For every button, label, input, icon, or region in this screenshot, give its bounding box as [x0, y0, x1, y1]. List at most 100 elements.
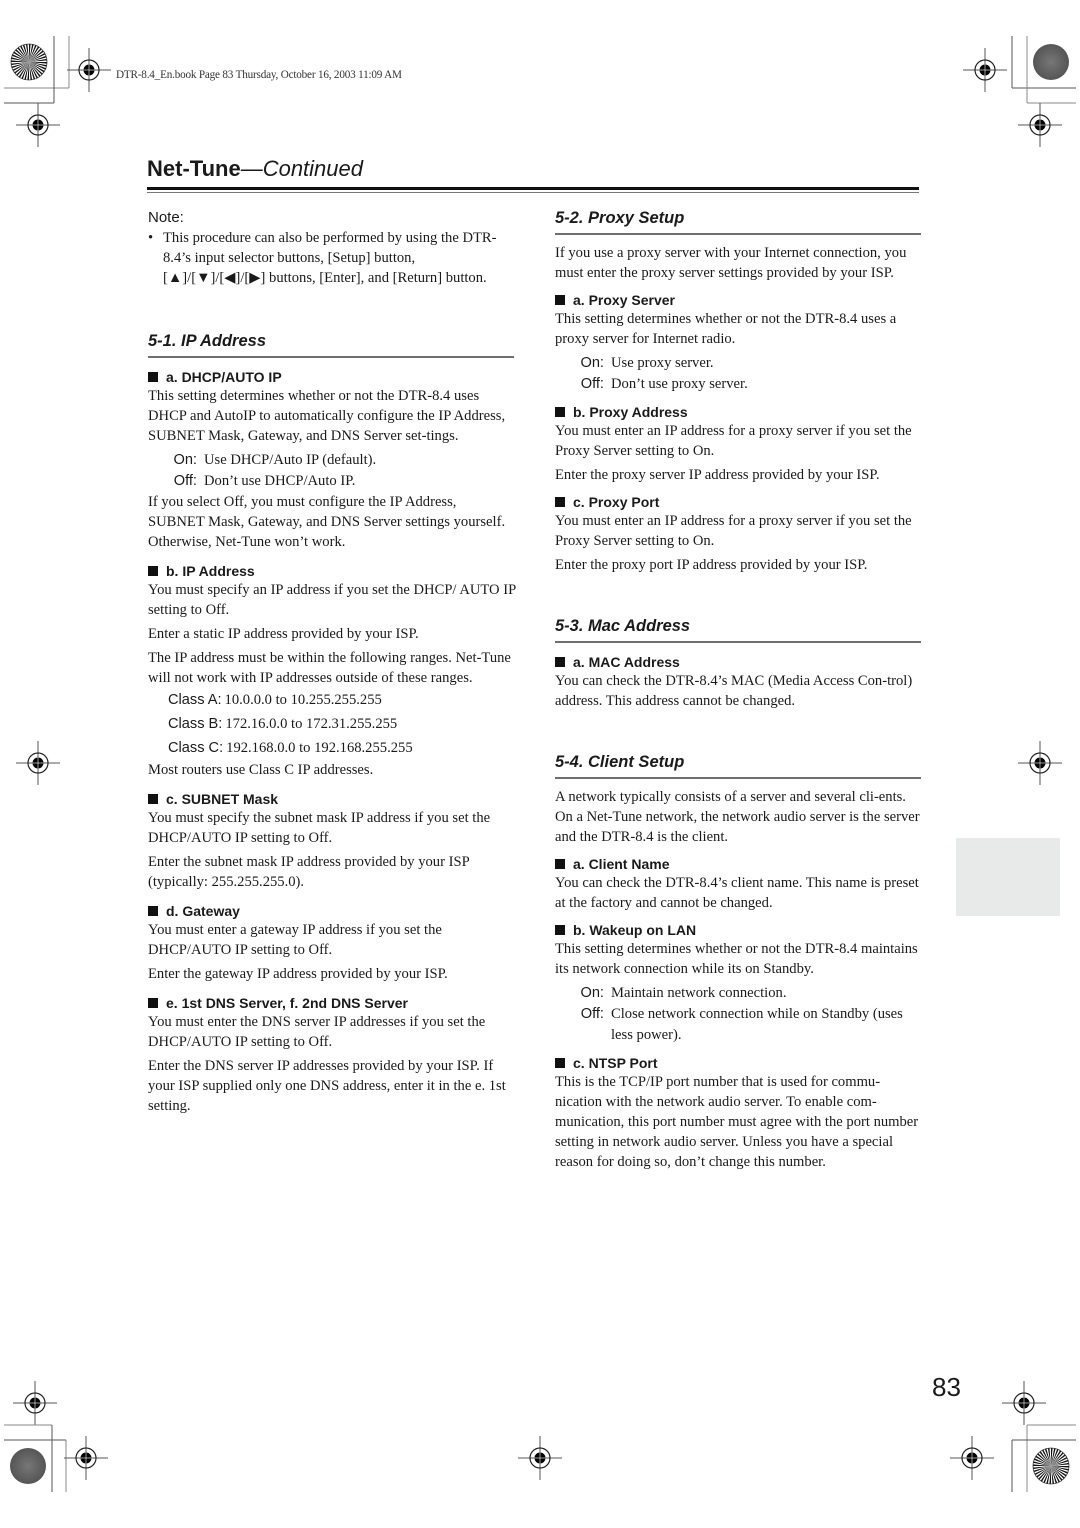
paragraph: You must specify an IP address if you se…	[148, 582, 516, 618]
class-key: Class A:	[168, 692, 222, 708]
paragraph: You must enter the DNS server IP address…	[148, 1014, 486, 1050]
option-value: Maintain network connection.	[611, 985, 787, 1001]
subheading-gateway: d. Gateway	[148, 902, 516, 920]
starburst-circle-icon	[1032, 1447, 1070, 1485]
paragraph: You can check the DTR-8.4’s MAC (Media A…	[555, 673, 913, 709]
option-key: On:	[580, 985, 604, 1001]
registration-mark-icon	[1017, 102, 1063, 148]
option-value: Use proxy server.	[611, 355, 714, 371]
section-title-ip-address: 5-1. IP Address	[148, 332, 266, 350]
note-label: Note:	[148, 209, 184, 226]
option-row: On: Maintain network connection.	[555, 983, 923, 1004]
subheading-wakeup-on-lan: b. Wakeup on LAN	[555, 921, 923, 939]
gray-circle-icon	[1033, 44, 1069, 80]
paragraph: This setting determines whether or not t…	[555, 311, 897, 347]
subheading-client-name: a. Client Name	[555, 855, 923, 873]
registration-mark-icon	[15, 102, 61, 148]
black-square-icon	[555, 295, 565, 305]
paragraph: Enter the proxy port IP address provided…	[555, 557, 868, 573]
registration-mark-icon	[66, 47, 112, 93]
paragraph: You must specify the subnet mask IP addr…	[148, 810, 491, 846]
gray-circle-icon	[10, 1448, 46, 1484]
paragraph: This setting determines whether or not t…	[555, 941, 918, 977]
registration-mark-icon	[12, 1380, 58, 1426]
option-value: Don’t use DHCP/Auto IP.	[204, 473, 356, 489]
option-key: Off:	[580, 376, 604, 392]
subheading-label: b. Proxy Address	[573, 404, 688, 420]
class-key: Class B:	[168, 716, 223, 732]
subheading-label: b. IP Address	[166, 563, 255, 579]
class-range: 10.0.0.0 to 10.255.255.255	[224, 692, 382, 708]
class-range: 172.16.0.0 to 172.31.255.255	[225, 716, 398, 732]
registration-mark-icon	[63, 1435, 109, 1481]
subheading-label: b. Wakeup on LAN	[573, 922, 697, 938]
paragraph: Enter a static IP address provided by yo…	[148, 626, 419, 642]
paragraph: You must enter an IP address for a proxy…	[555, 513, 912, 549]
page-number: 83	[932, 1372, 961, 1402]
running-head-suffix: —Continued	[240, 156, 364, 181]
subheading-proxy-address: b. Proxy Address	[555, 403, 923, 421]
registration-mark-icon	[949, 1435, 995, 1481]
subheading-proxy-server: a. Proxy Server	[555, 291, 923, 309]
subheading-ntsp-port: c. NTSP Port	[555, 1054, 923, 1072]
paragraph: Enter the proxy server IP address provid…	[555, 467, 880, 483]
section-title-proxy-setup: 5-2. Proxy Setup	[555, 209, 685, 227]
paragraph: You must enter an IP address for a proxy…	[555, 423, 912, 459]
option-value: Use DHCP/Auto IP (default).	[204, 452, 377, 468]
subheading-dns-server: e. 1st DNS Server, f. 2nd DNS Server	[148, 994, 516, 1012]
option-row: Off: Don’t use DHCP/Auto IP.	[148, 471, 516, 492]
option-key: Off:	[173, 473, 197, 489]
paragraph: Most routers use Class C IP addresses.	[148, 762, 374, 778]
paragraph: Enter the subnet mask IP address provide…	[148, 854, 470, 890]
black-square-icon	[555, 497, 565, 507]
header-rule-thin	[147, 192, 919, 193]
paragraph: If you use a proxy server with your Inte…	[555, 245, 907, 281]
option-row: On: Use DHCP/Auto IP (default).	[148, 450, 516, 471]
black-square-icon	[148, 566, 158, 576]
paragraph: You can check the DTR-8.4’s client name.…	[555, 875, 919, 911]
paragraph: Enter the DNS server IP addresses provid…	[148, 1058, 506, 1114]
black-square-icon	[148, 794, 158, 804]
subheading-label: c. NTSP Port	[573, 1055, 658, 1071]
right-column: 5-2. Proxy Setup If you use a proxy serv…	[555, 207, 923, 1172]
paragraph: The IP address must be within the follow…	[148, 650, 511, 686]
ip-class-row: Class A: 10.0.0.0 to 10.255.255.255	[148, 688, 516, 712]
option-value: Close network connection while on Standb…	[611, 1006, 903, 1043]
black-square-icon	[555, 925, 565, 935]
registration-mark-icon	[517, 1435, 563, 1481]
subheading-subnet-mask: c. SUBNET Mask	[148, 790, 516, 808]
subheading-label: c. SUBNET Mask	[166, 791, 279, 807]
registration-mark-icon	[1001, 1380, 1047, 1426]
class-key: Class C:	[168, 740, 224, 756]
option-row: On: Use proxy server.	[555, 353, 923, 374]
black-square-icon	[148, 998, 158, 1008]
subheading-label: a. Client Name	[573, 856, 670, 872]
print-slug: DTR-8.4_En.book Page 83 Thursday, Octobe…	[116, 69, 402, 81]
paragraph: This setting determines whether or not t…	[148, 388, 506, 444]
class-range: 192.168.0.0 to 192.168.255.255	[226, 740, 413, 756]
option-row: Off: Don’t use proxy server.	[555, 374, 923, 395]
option-key: On:	[580, 355, 604, 371]
subheading-label: a. DHCP/AUTO IP	[166, 369, 282, 385]
registration-mark-icon	[962, 47, 1008, 93]
subheading-ip-address: b. IP Address	[148, 562, 516, 580]
note-text: This procedure can also be performed by …	[163, 230, 497, 286]
section-title-mac-address: 5-3. Mac Address	[555, 617, 691, 635]
subheading-proxy-port: c. Proxy Port	[555, 493, 923, 511]
paragraph: You must enter a gateway IP address if y…	[148, 922, 442, 958]
ip-class-row: Class C: 192.168.0.0 to 192.168.255.255	[148, 736, 516, 760]
paragraph: A network typically consists of a server…	[555, 789, 920, 845]
note-item: • This procedure can also be performed b…	[148, 228, 516, 288]
option-row: Off: Close network connection while on St…	[555, 1004, 923, 1046]
black-square-icon	[148, 372, 158, 382]
registration-mark-icon	[1017, 740, 1063, 786]
subheading-label: e. 1st DNS Server, f. 2nd DNS Server	[166, 995, 408, 1011]
black-square-icon	[148, 906, 158, 916]
bullet-icon: •	[148, 230, 154, 246]
running-head-title: Net-Tune	[147, 156, 241, 181]
thumb-index-tab	[956, 838, 1060, 916]
paragraph: This is the TCP/IP port number that is u…	[555, 1074, 919, 1170]
starburst-circle-icon	[10, 43, 48, 81]
running-head: Net-Tune—Continued	[147, 156, 363, 182]
section-title-client-setup: 5-4. Client Setup	[555, 753, 685, 771]
